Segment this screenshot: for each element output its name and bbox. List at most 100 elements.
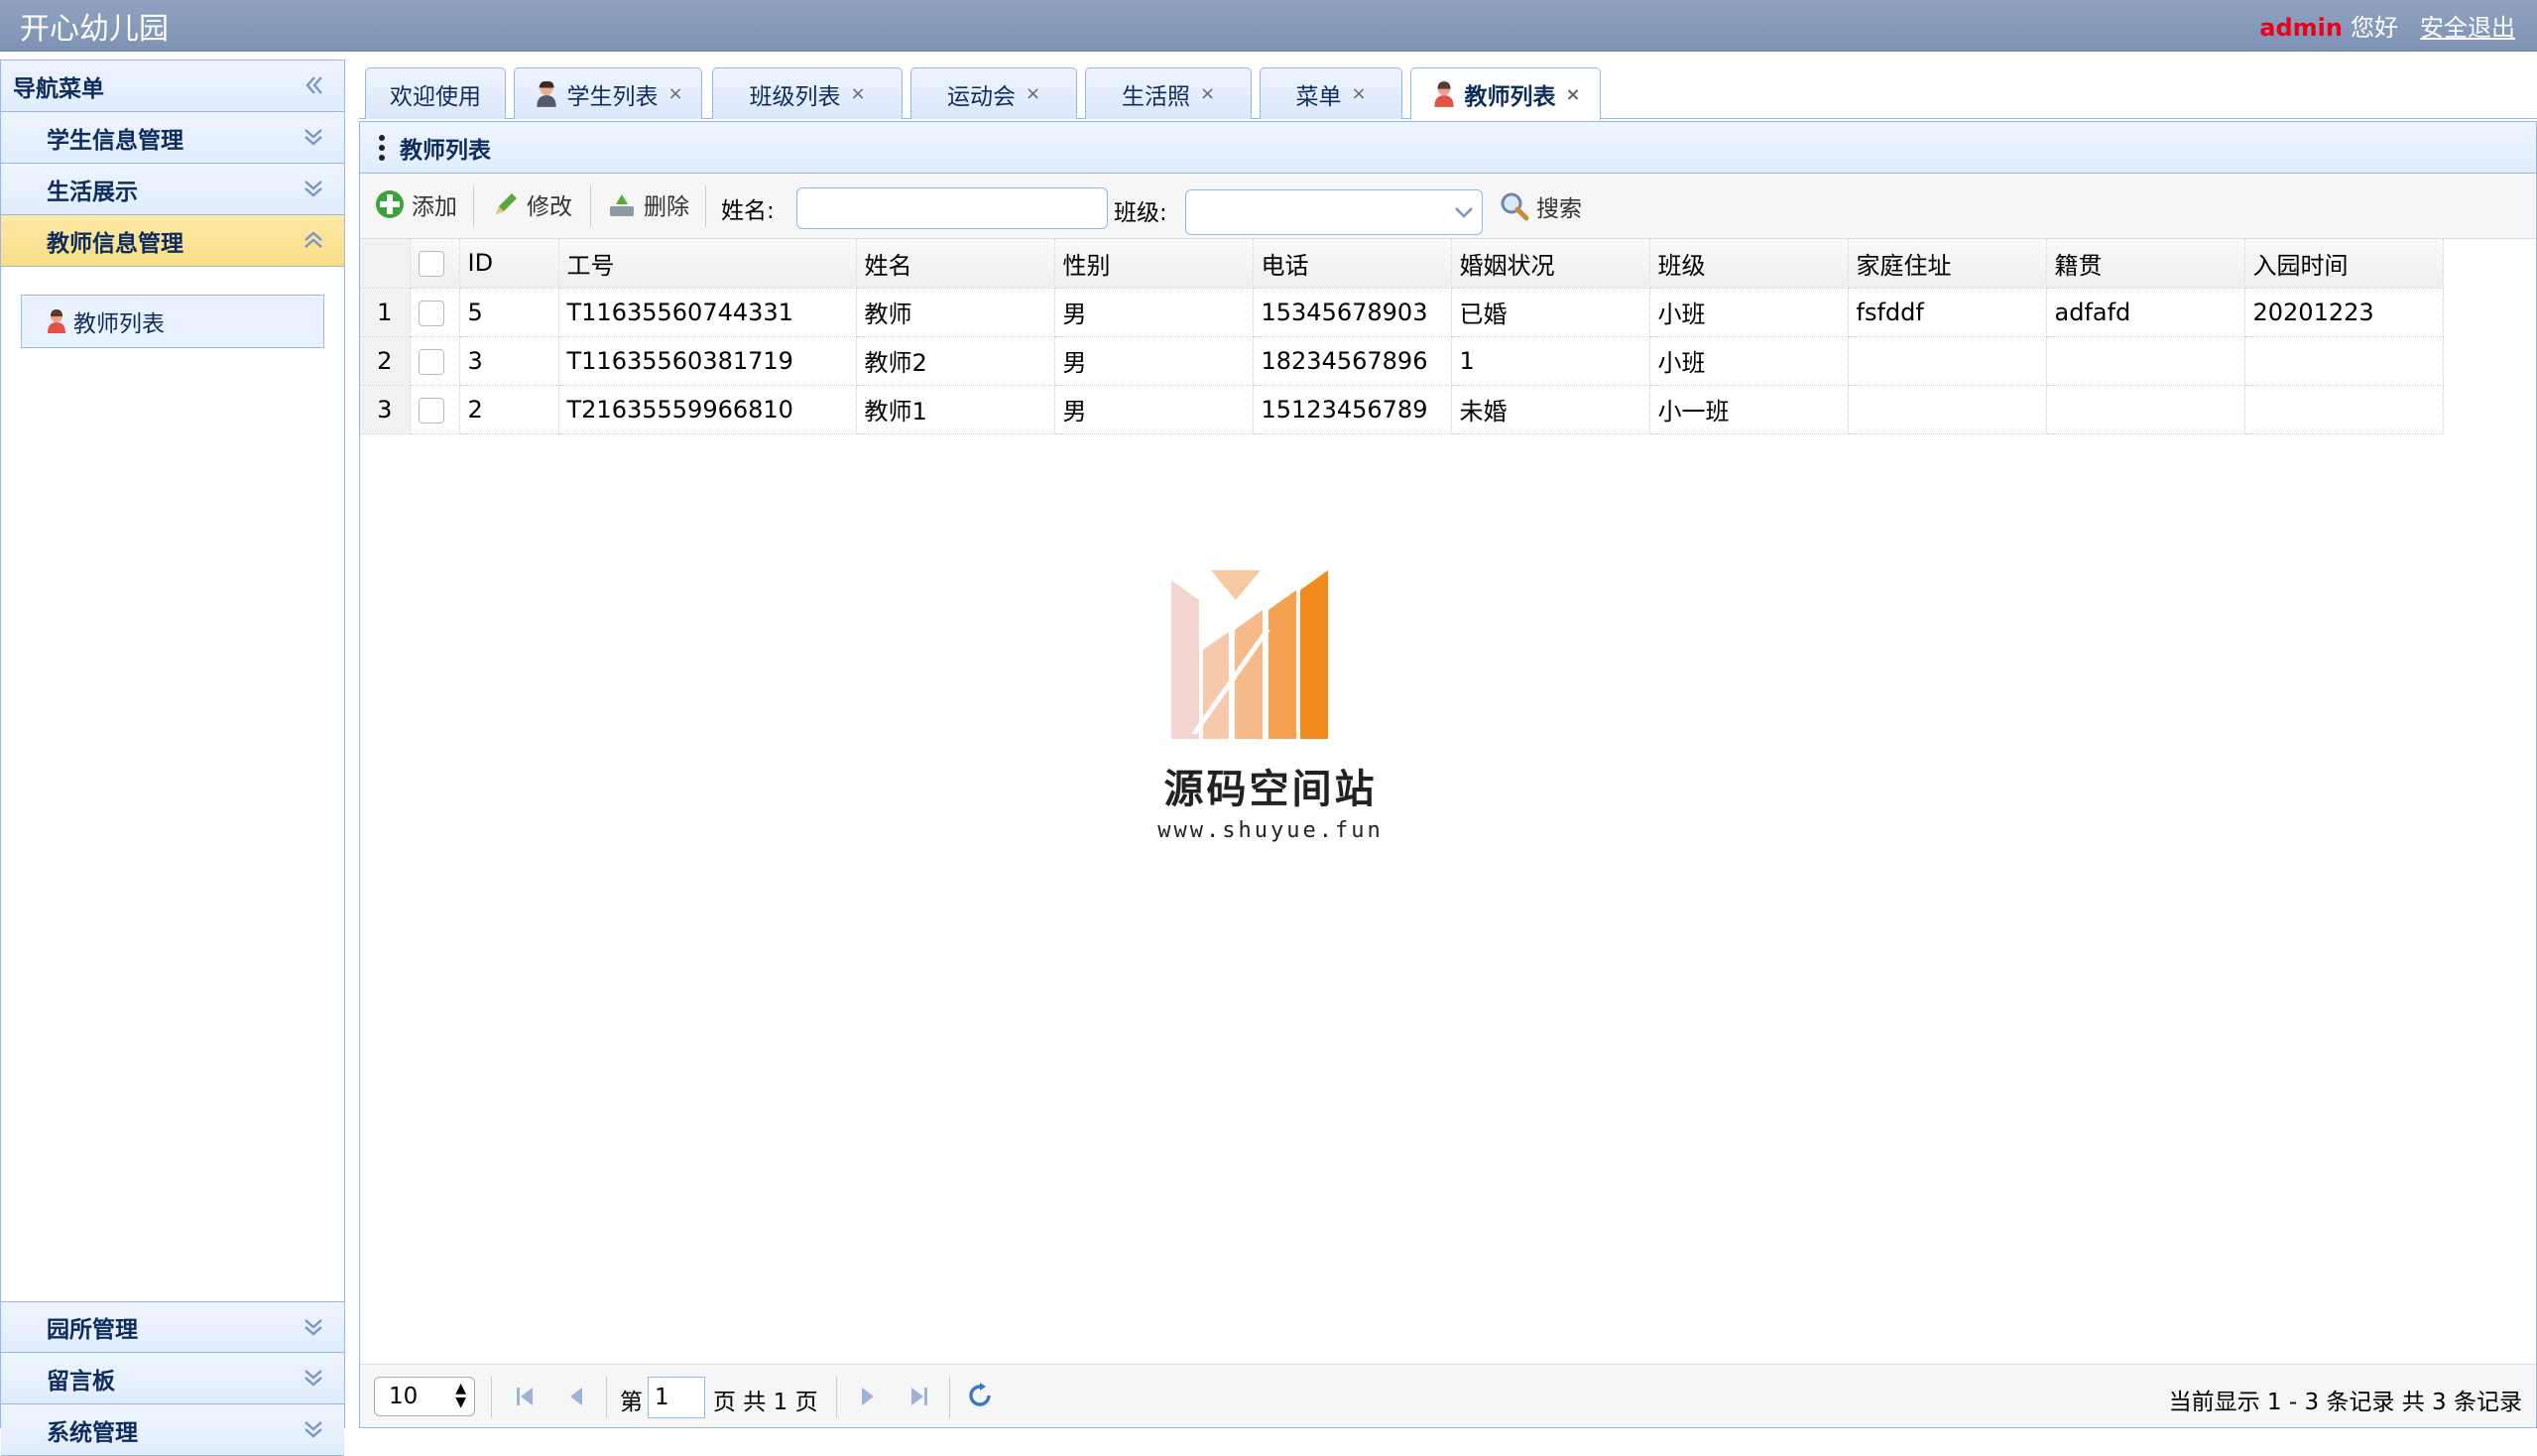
- teacher-table: ID 工号 姓名 性别 电话 婚姻状况 班级 家庭住址 籍贯 入园时间 1 5 …: [360, 239, 2444, 434]
- nav-section-school[interactable]: 园所管理: [1, 1301, 344, 1353]
- tab-close-icon[interactable]: ×: [1351, 83, 1366, 104]
- cell-name: 教师2: [856, 336, 1055, 386]
- remove-icon: [610, 194, 634, 216]
- nav-section-message[interactable]: 留言板: [1, 1353, 344, 1404]
- column-header-hometown[interactable]: 籍贯: [2046, 239, 2245, 289]
- page-size-select[interactable]: 10 ▲ ▼: [374, 1377, 475, 1416]
- cell-phone: 18234567896: [1253, 336, 1452, 386]
- tab-teacher-list[interactable]: 教师列表 ×: [1410, 67, 1601, 120]
- nav-section-system[interactable]: 系统管理: [1, 1404, 344, 1456]
- delete-button[interactable]: 删除: [606, 187, 689, 221]
- edit-button[interactable]: 修改: [491, 187, 572, 221]
- search-icon: [1501, 192, 1529, 221]
- tab-close-icon[interactable]: ×: [1026, 83, 1040, 104]
- tab-close-icon[interactable]: ×: [1565, 84, 1580, 105]
- tab-close-icon[interactable]: ×: [850, 83, 865, 104]
- table-row[interactable]: 2 3 T11635560381719 教师2 男 18234567896 1 …: [360, 336, 2444, 386]
- row-checkbox[interactable]: [418, 397, 444, 424]
- class-select[interactable]: [1185, 189, 1483, 235]
- next-page-icon[interactable]: [856, 1385, 880, 1408]
- search-label: 搜索: [1536, 196, 1582, 222]
- cell-entry-date: [2244, 385, 2444, 434]
- tab-label: 教师列表: [1464, 84, 1556, 110]
- row-checkbox[interactable]: [418, 348, 444, 375]
- column-header-name[interactable]: 姓名: [856, 239, 1055, 289]
- cell-id: 5: [459, 288, 559, 337]
- chevron-down-icon[interactable]: [1446, 190, 1482, 234]
- nav-header: 导航菜单: [1, 61, 344, 112]
- teacher-avatar-icon: [48, 309, 65, 333]
- row-checkbox-cell[interactable]: [410, 385, 460, 434]
- tab-welcome[interactable]: 欢迎使用: [365, 67, 506, 119]
- nav-section-body: 教师列表: [1, 267, 344, 1301]
- column-header-number[interactable]: 工号: [558, 239, 857, 289]
- select-all-checkbox-cell[interactable]: [410, 239, 460, 289]
- column-header-gender[interactable]: 性别: [1054, 239, 1254, 289]
- refresh-icon[interactable]: [967, 1383, 993, 1408]
- chevron-down-icon[interactable]: [299, 1312, 328, 1342]
- collapse-left-icon[interactable]: [299, 70, 328, 100]
- chevron-down-icon[interactable]: [299, 1363, 328, 1393]
- column-header-id[interactable]: ID: [459, 239, 559, 289]
- cell-gender: 男: [1054, 385, 1254, 434]
- nav-section-label: 系统管理: [47, 1419, 138, 1446]
- nav-title: 导航菜单: [13, 75, 104, 102]
- cell-phone: 15345678903: [1253, 288, 1452, 337]
- search-button[interactable]: 搜索: [1499, 189, 1582, 223]
- cell-entry-date: [2244, 336, 2444, 386]
- chevron-down-icon[interactable]: [299, 174, 328, 203]
- logout-link[interactable]: 安全退出: [2420, 14, 2515, 42]
- chevron-down-icon[interactable]: [299, 1414, 328, 1444]
- add-label: 添加: [412, 194, 457, 220]
- tab-class-list[interactable]: 班级列表 ×: [712, 67, 903, 119]
- row-checkbox[interactable]: [418, 300, 444, 326]
- tab-menu[interactable]: 菜单 ×: [1260, 67, 1402, 119]
- column-header-address[interactable]: 家庭住址: [1848, 239, 2047, 289]
- chevron-up-icon[interactable]: [299, 225, 328, 255]
- tab-close-icon[interactable]: ×: [667, 83, 682, 104]
- nav-section-teacher[interactable]: 教师信息管理: [1, 215, 344, 267]
- column-header-phone[interactable]: 电话: [1253, 239, 1452, 289]
- student-avatar-icon: [537, 80, 557, 107]
- name-label: 姓名:: [721, 198, 775, 224]
- user-name: admin: [2259, 14, 2343, 42]
- tab-student-list[interactable]: 学生列表 ×: [514, 67, 702, 119]
- cell-class: 小一班: [1649, 385, 1849, 434]
- tab-sports[interactable]: 运动会 ×: [910, 67, 1077, 119]
- cell-address: fsfddf: [1848, 288, 2047, 337]
- tab-life-photos[interactable]: 生活照 ×: [1085, 67, 1252, 119]
- add-button[interactable]: 添加: [374, 187, 457, 221]
- cell-number: T11635560381719: [558, 336, 857, 386]
- tab-close-icon[interactable]: ×: [1200, 83, 1215, 104]
- nav-section-student[interactable]: 学生信息管理: [1, 112, 344, 164]
- more-vertical-icon[interactable]: [376, 134, 388, 161]
- cell-gender: 男: [1054, 336, 1254, 386]
- nav-panel: 导航菜单 学生信息管理 生活展示 教师信息管理 教师列表 园所管理 留言板 系统…: [0, 60, 345, 1456]
- page-number-input[interactable]: 1: [648, 1377, 705, 1418]
- nav-section-label: 学生信息管理: [47, 127, 183, 154]
- chevron-down-icon[interactable]: [299, 122, 328, 152]
- column-header-class[interactable]: 班级: [1649, 239, 1849, 289]
- cell-address: [1848, 385, 2047, 434]
- cell-gender: 男: [1054, 288, 1254, 337]
- select-all-checkbox[interactable]: [418, 251, 444, 278]
- nav-item-teacher-list[interactable]: 教师列表: [21, 295, 324, 348]
- first-page-icon[interactable]: [513, 1385, 537, 1408]
- cell-class: 小班: [1649, 336, 1849, 386]
- last-page-icon[interactable]: [907, 1385, 931, 1408]
- cell-class: 小班: [1649, 288, 1849, 337]
- name-search-input[interactable]: [796, 187, 1108, 229]
- cell-entry-date: 20201223: [2244, 288, 2444, 337]
- column-header-entry-date[interactable]: 入园时间: [2244, 239, 2444, 289]
- cell-name: 教师: [856, 288, 1055, 337]
- table-row[interactable]: 3 2 T21635559966810 教师1 男 15123456789 未婚…: [360, 385, 2444, 434]
- cell-address: [1848, 336, 2047, 386]
- row-checkbox-cell[interactable]: [410, 288, 460, 337]
- column-header-marital[interactable]: 婚姻状况: [1451, 239, 1650, 289]
- toolbar-divider: [705, 185, 706, 227]
- row-checkbox-cell[interactable]: [410, 336, 460, 386]
- prev-page-icon[interactable]: [564, 1385, 588, 1408]
- table-row[interactable]: 1 5 T11635560744331 教师 男 15345678903 已婚 …: [360, 288, 2444, 337]
- nav-section-life[interactable]: 生活展示: [1, 164, 344, 215]
- row-number: 3: [360, 385, 411, 434]
